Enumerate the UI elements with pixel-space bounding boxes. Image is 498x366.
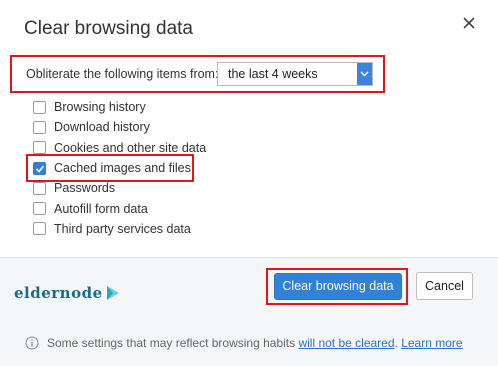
option-label: Third party services data [54,221,191,236]
clear-browsing-data-dialog: Clear browsing data Obliterate the follo… [0,0,498,366]
option-label: Cookies and other site data [54,140,207,155]
notice: Some settings that may reflect browsing … [25,336,463,350]
play-arrow-icon [106,286,119,300]
notice-text: Some settings that may reflect browsing … [47,336,299,350]
clear-browsing-data-button[interactable]: Clear browsing data [274,273,402,300]
cancel-button[interactable]: Cancel [416,272,473,300]
chevron-down-icon [357,63,372,85]
checkbox[interactable] [33,100,46,114]
time-range-label: Obliterate the following items from: [26,67,219,81]
learn-more-link[interactable]: Learn more [401,336,462,350]
checkbox[interactable] [33,202,46,216]
checkbox[interactable] [33,181,46,195]
dialog-title: Clear browsing data [24,18,193,39]
checkbox[interactable] [33,141,46,155]
highlight-frame-cached [26,154,194,182]
logo-text: eldernode [14,284,103,302]
not-cleared-link[interactable]: will not be cleared [298,336,394,350]
option-autofill[interactable]: Autofill form data [33,198,206,218]
option-label: Browsing history [54,100,146,115]
option-label: Download history [54,120,150,135]
option-label: Autofill form data [54,201,148,216]
option-browsing-history[interactable]: Browsing history [33,97,206,117]
time-range-value: the last 4 weeks [228,67,318,81]
info-icon [25,336,39,350]
checkbox[interactable] [33,222,46,236]
option-label: Passwords [54,181,116,196]
time-range-select[interactable]: the last 4 weeks [217,62,373,86]
option-download-history[interactable]: Download history [33,117,206,137]
close-icon[interactable] [460,14,478,32]
checkbox[interactable] [33,120,46,134]
option-third-party[interactable]: Third party services data [33,219,206,239]
eldernode-logo: eldernode [14,283,121,303]
notice-separator: . [394,336,402,350]
